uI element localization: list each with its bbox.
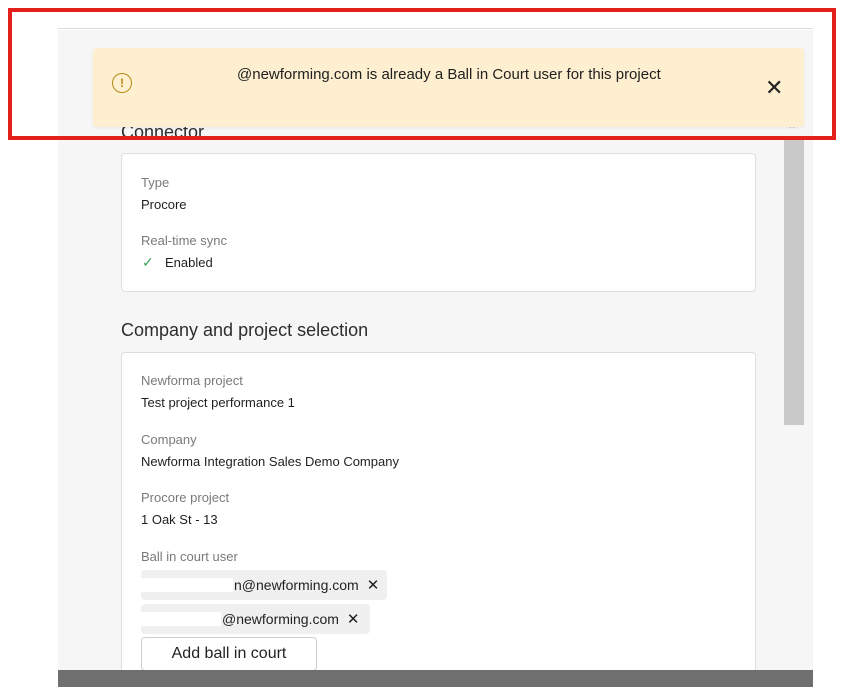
type-value: Procore (141, 197, 187, 212)
checkmark-icon: ✓ (142, 254, 154, 270)
procore-project-value: 1 Oak St - 13 (141, 512, 218, 527)
add-ball-in-court-button[interactable]: Add ball in court (141, 637, 317, 671)
procore-project-label: Procore project (141, 490, 230, 505)
realtime-sync-label: Real-time sync (141, 233, 227, 248)
remove-user-icon[interactable]: ✕ (367, 576, 380, 594)
highlight-box (8, 8, 836, 140)
bic-user-chip: n@newforming.com ✕ (141, 570, 387, 600)
bottom-bar (58, 670, 813, 687)
remove-user-icon[interactable]: ✕ (347, 610, 360, 628)
redacted-name (141, 578, 233, 592)
realtime-sync-value: Enabled (165, 255, 213, 270)
newforma-project-label: Newforma project (141, 373, 243, 388)
company-label: Company (141, 432, 197, 447)
newforma-project-value: Test project performance 1 (141, 395, 295, 410)
selection-section-title: Company and project selection (121, 320, 369, 340)
connector-card (121, 153, 756, 292)
company-value: Newforma Integration Sales Demo Company (141, 454, 399, 469)
bic-user-email: n@newforming.com (234, 577, 359, 593)
bic-user-chip: @newforming.com ✕ (141, 604, 370, 634)
type-label: Type (141, 175, 170, 190)
ball-in-court-label: Ball in court user (141, 549, 238, 564)
redacted-name (141, 612, 221, 626)
bic-user-email: @newforming.com (222, 611, 339, 627)
scrollbar-thumb[interactable] (784, 140, 804, 425)
